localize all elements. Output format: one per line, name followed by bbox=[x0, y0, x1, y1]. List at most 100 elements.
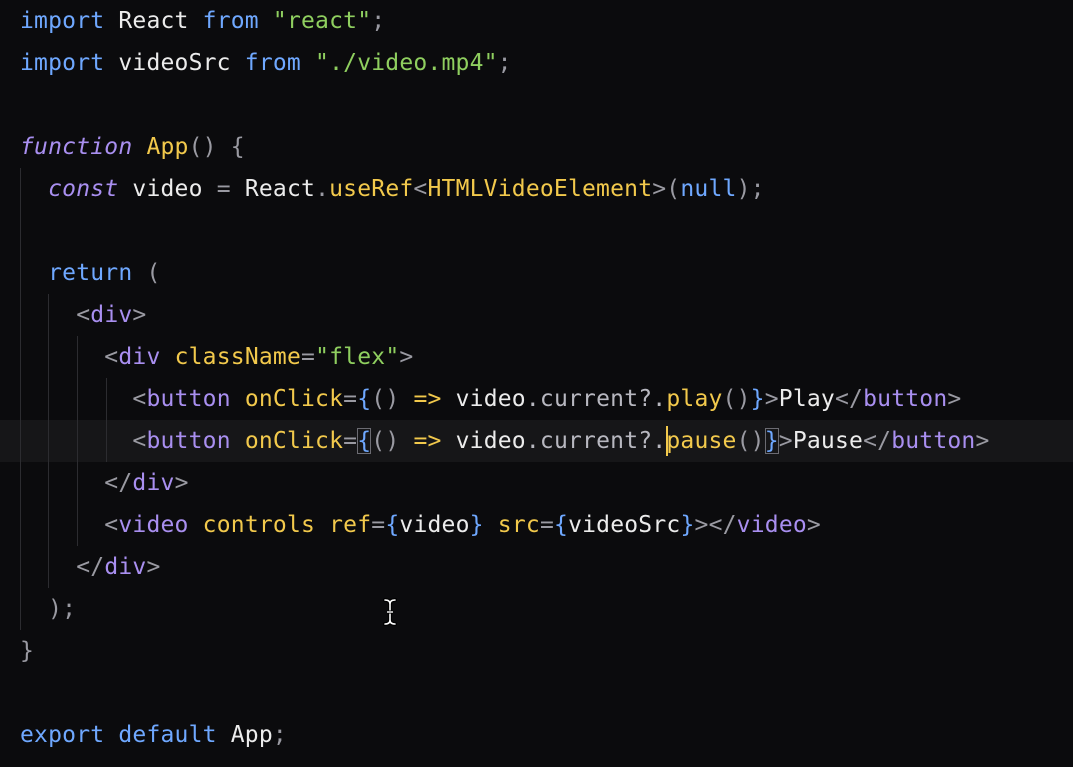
token: { bbox=[357, 386, 372, 412]
token: .current?. bbox=[525, 386, 667, 412]
code-line-18[interactable]: export default App; bbox=[20, 714, 1073, 756]
token: ; bbox=[371, 8, 386, 34]
indent-guide bbox=[20, 252, 21, 294]
token: import bbox=[20, 8, 105, 34]
indent-guide bbox=[77, 420, 78, 462]
code-editor[interactable]: import React from "react"; import videoS… bbox=[0, 0, 1073, 767]
token: React bbox=[230, 176, 316, 202]
token: () bbox=[736, 428, 765, 454]
code-line-1[interactable]: import React from "react"; bbox=[20, 0, 1073, 42]
code-line-13[interactable]: <video controls ref={video} src={videoSr… bbox=[20, 504, 1073, 546]
code-line-2[interactable]: import videoSrc from "./video.mp4"; bbox=[20, 42, 1073, 84]
token: >( bbox=[652, 176, 681, 202]
token: className bbox=[174, 344, 302, 370]
token: "react" bbox=[272, 8, 372, 34]
token: onClick bbox=[244, 386, 344, 412]
token: video bbox=[118, 512, 189, 538]
code-line-8[interactable]: <div> bbox=[20, 294, 1073, 336]
token: div bbox=[118, 344, 161, 370]
token: src bbox=[497, 512, 540, 538]
matched-bracket: { bbox=[357, 428, 372, 454]
indent-guide bbox=[48, 462, 49, 504]
code-line-3[interactable] bbox=[20, 84, 1073, 126]
token: export bbox=[20, 722, 105, 748]
indent-guide bbox=[77, 378, 78, 420]
matched-bracket: } bbox=[764, 428, 779, 454]
code-line-11-current[interactable]: <button onClick={() => video.current?.pa… bbox=[0, 420, 1073, 462]
token: ; bbox=[272, 722, 287, 748]
token: ); bbox=[48, 596, 77, 622]
token: > bbox=[806, 512, 821, 538]
token: () bbox=[371, 386, 400, 412]
indent-guide bbox=[20, 504, 21, 546]
token: < bbox=[76, 302, 91, 328]
token: . bbox=[315, 176, 330, 202]
token: > bbox=[399, 344, 414, 370]
code-line-16[interactable]: } bbox=[20, 630, 1073, 672]
indent-guide bbox=[77, 504, 78, 546]
code-line-12[interactable]: </div> bbox=[20, 462, 1073, 504]
token: ( bbox=[132, 260, 161, 286]
indent-guide bbox=[48, 420, 49, 462]
token: => bbox=[413, 428, 442, 454]
code-line-10[interactable]: <button onClick={() => video.current?.pl… bbox=[20, 378, 1073, 420]
indent-guide bbox=[20, 546, 21, 588]
text-ibeam-icon bbox=[383, 598, 397, 626]
indent-guide bbox=[20, 336, 21, 378]
token: } bbox=[20, 638, 35, 664]
token: video bbox=[118, 176, 217, 202]
token: < bbox=[104, 344, 119, 370]
token: App bbox=[216, 722, 273, 748]
code-line-5[interactable]: const video = React.useRef<HTMLVideoElem… bbox=[20, 168, 1073, 210]
token: button bbox=[146, 386, 231, 412]
token: } bbox=[469, 512, 484, 538]
token: HTMLVideoElement bbox=[427, 176, 653, 202]
indent-guide bbox=[77, 462, 78, 504]
indent-guide bbox=[106, 378, 107, 420]
token: button bbox=[146, 428, 231, 454]
code-line-9[interactable]: <div className="flex"> bbox=[20, 336, 1073, 378]
indent-guide bbox=[20, 210, 21, 252]
code-line-7[interactable]: return ( bbox=[20, 252, 1073, 294]
code-line-15[interactable]: ); bbox=[20, 588, 1073, 630]
code-line-4[interactable]: function App() { bbox=[20, 126, 1073, 168]
token: useRef bbox=[329, 176, 414, 202]
token: .current?. bbox=[525, 428, 667, 454]
indent-guide bbox=[48, 504, 49, 546]
code-line-17[interactable] bbox=[20, 672, 1073, 714]
token: () bbox=[188, 134, 217, 160]
code-line-6[interactable] bbox=[20, 210, 1073, 252]
token: from bbox=[202, 8, 259, 34]
token: ></ bbox=[694, 512, 737, 538]
indent-guide bbox=[48, 336, 49, 378]
token: video bbox=[736, 512, 807, 538]
token: video bbox=[441, 386, 526, 412]
token: videoSrc bbox=[568, 512, 681, 538]
token: < bbox=[132, 386, 147, 412]
token: div bbox=[132, 470, 175, 496]
token: > bbox=[975, 428, 990, 454]
token: ref bbox=[329, 512, 372, 538]
token: > bbox=[778, 428, 793, 454]
token: null bbox=[680, 176, 737, 202]
token: </ bbox=[863, 428, 892, 454]
token: () bbox=[371, 428, 400, 454]
token: "./video.mp4" bbox=[315, 50, 498, 76]
token: = bbox=[539, 512, 554, 538]
code-area[interactable]: import React from "react"; import videoS… bbox=[0, 0, 1073, 756]
token: default bbox=[118, 722, 217, 748]
token: return bbox=[48, 260, 133, 286]
token: Pause bbox=[792, 428, 864, 454]
code-line-14[interactable]: </div> bbox=[20, 546, 1073, 588]
token: videoSrc bbox=[104, 50, 245, 76]
token: App bbox=[146, 134, 189, 160]
token: < bbox=[132, 428, 147, 454]
indent-guide bbox=[20, 462, 21, 504]
token: video bbox=[399, 512, 470, 538]
